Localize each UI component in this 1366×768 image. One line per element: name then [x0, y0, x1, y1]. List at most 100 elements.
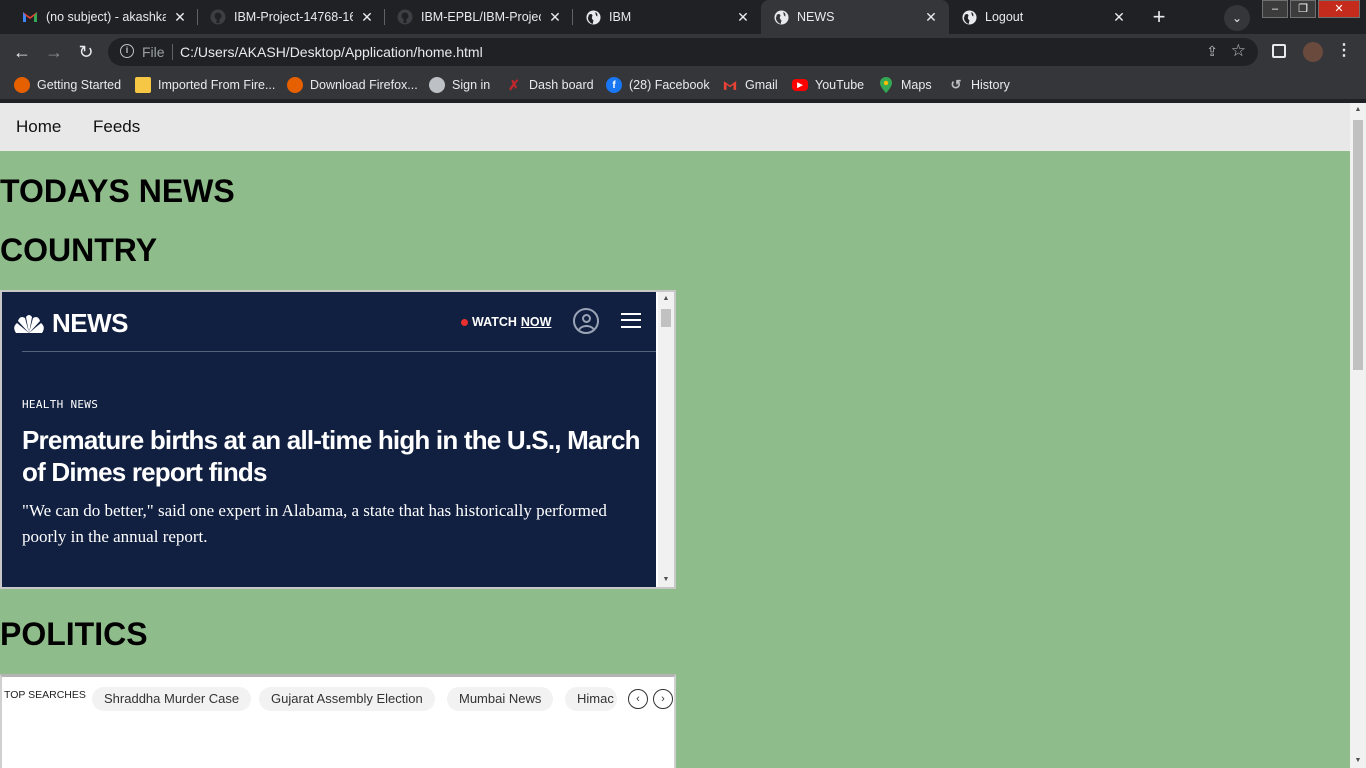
now-label: NOW	[520, 315, 552, 329]
tab-strip: (no subject) - akashkan ✕ IBM-Project-14…	[0, 0, 1366, 34]
heading-todays-news: TODAYS NEWS	[0, 173, 235, 209]
tab-github-project[interactable]: IBM-Project-14768-165 ✕	[198, 0, 385, 34]
article-kicker[interactable]: HEALTH NEWS	[22, 398, 98, 411]
nbc-news-logo[interactable]: NEWS	[12, 308, 129, 339]
tab-title: IBM-Project-14768-165	[234, 10, 353, 24]
nav-home-link[interactable]: Home	[16, 117, 61, 137]
forward-button[interactable]: →	[42, 40, 66, 64]
browser-toolbar: ← → ↻ i File C:/Users/AKASH/Desktop/Appl…	[0, 34, 1366, 70]
logo-text: NEWS	[52, 308, 129, 338]
nav-feeds-link[interactable]: Feeds	[93, 117, 140, 137]
site-nav: Home Feeds	[0, 103, 1350, 151]
bookmark-sign-in[interactable]: Sign in	[429, 75, 490, 95]
bookmark-label: History	[971, 78, 1010, 92]
tab-news[interactable]: NEWS ✕	[761, 0, 949, 34]
reload-button[interactable]: ↻	[74, 40, 98, 64]
bookmark-facebook[interactable]: f (28) Facebook	[606, 75, 710, 95]
account-icon[interactable]	[573, 308, 599, 334]
url-text[interactable]: C:/Users/AKASH/Desktop/Application/home.…	[180, 44, 483, 60]
bookmark-label: Imported From Fire...	[158, 78, 276, 92]
watch-now-link[interactable]: WATCH NOW	[461, 315, 551, 329]
dashboard-icon: ✗	[508, 76, 520, 93]
bookmark-label: Maps	[901, 78, 932, 92]
article-dek: "We can do better," said one expert in A…	[22, 501, 607, 546]
page-scrollbar[interactable]: ▲ ▼	[1350, 103, 1366, 768]
tab-github-epbl[interactable]: IBM-EPBL/IBM-Project- ✕	[385, 0, 573, 34]
tab-title: NEWS	[797, 10, 835, 24]
embed-scrollbar[interactable]: ▲ ▼	[658, 292, 674, 587]
bookmark-label: YouTube	[815, 78, 865, 92]
close-icon[interactable]: ✕	[547, 9, 563, 25]
github-icon	[210, 9, 226, 25]
hamburger-menu-icon[interactable]	[621, 312, 641, 328]
facebook-icon: f	[606, 77, 622, 93]
live-dot-icon	[461, 318, 468, 326]
top-searches-label: TOP SEARCHES	[4, 689, 86, 701]
new-tab-button[interactable]: +	[1146, 5, 1172, 31]
bookmark-history[interactable]: ↺ History	[948, 75, 1010, 95]
tab-ibm[interactable]: IBM ✕	[573, 0, 761, 34]
bookmark-label: Gmail	[745, 78, 778, 92]
globe-icon	[585, 9, 601, 25]
search-chip[interactable]: Himac	[565, 687, 617, 711]
tab-title: Logout	[985, 10, 1024, 24]
chevron-left-icon[interactable]: ‹	[628, 689, 648, 709]
history-icon: ↺	[950, 77, 962, 92]
scheme-label: File	[142, 44, 165, 60]
close-icon[interactable]: ✕	[735, 9, 751, 25]
tab-title: IBM	[609, 10, 632, 24]
globe-icon	[773, 9, 789, 25]
bookmark-star-icon[interactable]: ☆	[1231, 41, 1246, 61]
side-panel-icon[interactable]	[1272, 44, 1286, 58]
gmail-icon	[722, 77, 738, 93]
search-chip[interactable]: Shraddha Murder Case	[92, 687, 252, 711]
chevron-right-icon[interactable]: ›	[653, 689, 673, 709]
country-news-embed[interactable]: NEWS WATCH NOW HEALTH NEWS Premature bir…	[0, 290, 676, 589]
search-chip[interactable]: Gujarat Assembly Election	[259, 687, 435, 711]
close-window-button[interactable]: ✕	[1318, 0, 1360, 18]
back-button[interactable]: ←	[10, 40, 34, 64]
maps-icon	[878, 77, 894, 93]
bookmark-getting-started[interactable]: Getting Started	[14, 75, 121, 95]
github-icon	[397, 9, 413, 25]
bookmark-maps[interactable]: Maps	[878, 75, 932, 95]
folder-icon	[135, 77, 151, 93]
window-controls: – ❐ ✕	[1260, 0, 1360, 18]
close-icon[interactable]: ✕	[923, 9, 939, 25]
tab-title: (no subject) - akashkan	[46, 10, 166, 24]
bookmark-label: Getting Started	[37, 78, 122, 92]
bookmark-label: Dash board	[529, 78, 594, 92]
firefox-icon	[287, 77, 303, 93]
bookmark-dashboard[interactable]: ✗ Dash board	[506, 75, 594, 95]
bookmark-gmail[interactable]: Gmail	[722, 75, 778, 95]
gmail-icon	[22, 9, 38, 25]
bookmarks-bar: Getting Started Imported From Fire... Do…	[0, 70, 1366, 100]
close-icon[interactable]: ✕	[1111, 9, 1127, 25]
heading-politics: POLITICS	[0, 616, 148, 652]
heading-country: COUNTRY	[0, 232, 158, 268]
search-chip[interactable]: Mumbai News	[447, 687, 554, 711]
bookmark-label: Sign in	[452, 78, 491, 92]
globe-icon	[429, 77, 445, 93]
firefox-icon	[14, 77, 30, 93]
tab-gmail[interactable]: (no subject) - akashkan ✕	[10, 0, 198, 34]
nbc-news-panel: NEWS WATCH NOW HEALTH NEWS Premature bir…	[2, 292, 656, 587]
bookmark-download-firefox[interactable]: Download Firefox...	[287, 75, 418, 95]
page-content: Home Feeds TODAYS NEWS COUNTRY NEWS WATC…	[0, 103, 1350, 768]
politics-embed[interactable]: TOP SEARCHES Shraddha Murder Case Gujara…	[0, 674, 676, 768]
bookmark-youtube[interactable]: ▶ YouTube	[792, 75, 864, 95]
profile-avatar[interactable]	[1303, 42, 1323, 62]
tab-logout[interactable]: Logout ✕	[949, 0, 1137, 34]
minimize-button[interactable]: –	[1262, 0, 1288, 18]
close-icon[interactable]: ✕	[172, 9, 188, 25]
article-headline[interactable]: Premature births at an all-time high in …	[22, 424, 642, 488]
restore-button[interactable]: ❐	[1290, 0, 1316, 18]
close-icon[interactable]: ✕	[359, 9, 375, 25]
bookmark-folder-imported[interactable]: Imported From Fire...	[135, 75, 275, 95]
globe-icon	[961, 9, 977, 25]
address-bar[interactable]: i File C:/Users/AKASH/Desktop/Applicatio…	[108, 38, 1258, 66]
info-icon[interactable]: i	[120, 44, 134, 58]
share-icon[interactable]: ⇪	[1206, 43, 1218, 60]
kebab-menu-icon[interactable]: ⋮	[1336, 41, 1352, 61]
tab-search-button[interactable]: ⌄	[1224, 5, 1250, 31]
